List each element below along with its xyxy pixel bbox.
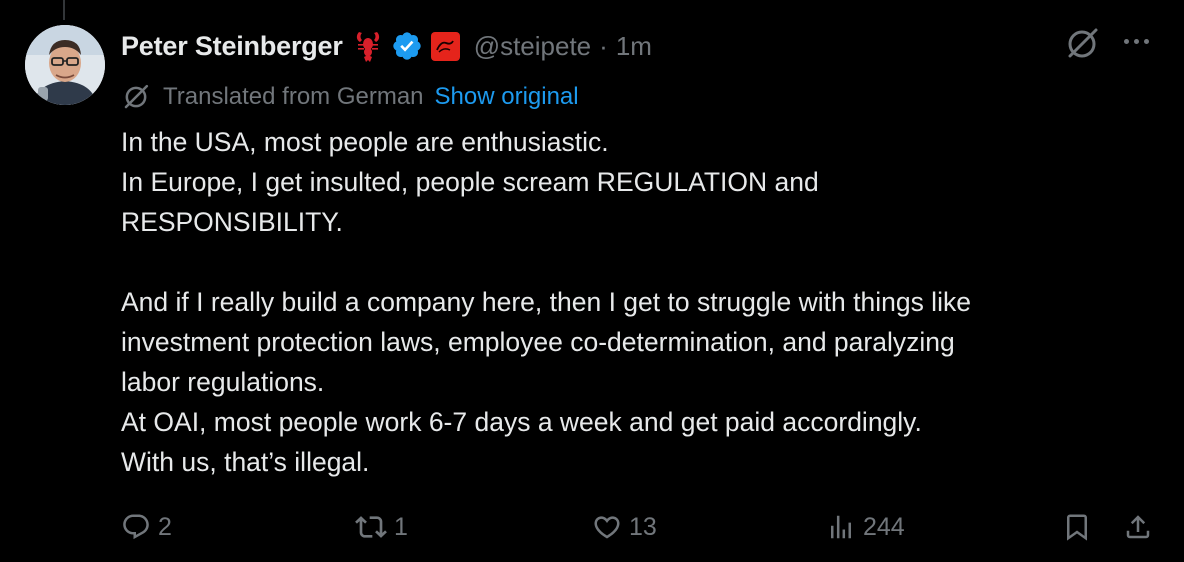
repost-button[interactable]: 1 bbox=[355, 505, 408, 549]
post-text-line: With us, that’s illegal. bbox=[121, 447, 370, 477]
affiliation-badge-icon[interactable] bbox=[430, 31, 460, 61]
repost-count: 1 bbox=[394, 512, 408, 541]
like-button[interactable]: 13 bbox=[592, 505, 657, 549]
reply-count: 2 bbox=[158, 512, 172, 541]
post-timestamp[interactable]: 1m bbox=[616, 31, 652, 62]
post-header: Peter Steinberger @steipete · 1m bbox=[121, 26, 652, 66]
translation-row: Translated from German Show original bbox=[121, 80, 579, 114]
share-button[interactable] bbox=[1123, 505, 1153, 549]
translated-label: Translated from German bbox=[163, 83, 424, 110]
translate-icon bbox=[121, 82, 151, 112]
post-text-line: At OAI, most people work 6-7 days a week… bbox=[121, 407, 922, 437]
lobster-icon bbox=[353, 29, 383, 63]
reply-button[interactable]: 2 bbox=[121, 505, 172, 549]
author-display-name[interactable]: Peter Steinberger bbox=[121, 31, 343, 62]
verified-badge-icon[interactable] bbox=[391, 30, 423, 62]
author-handle[interactable]: @steipete bbox=[474, 31, 591, 62]
grok-icon[interactable] bbox=[1064, 26, 1100, 62]
post-text-line: In the USA, most people are enthusiastic… bbox=[121, 127, 609, 157]
like-count: 13 bbox=[629, 512, 657, 541]
post-text-line: And if I really build a company here, th… bbox=[121, 287, 971, 317]
post-text: In the USA, most people are enthusiastic… bbox=[121, 122, 1171, 482]
share-icon bbox=[1123, 512, 1153, 542]
bookmark-button[interactable] bbox=[1062, 505, 1092, 549]
avatar[interactable] bbox=[25, 25, 105, 105]
repost-icon bbox=[355, 511, 387, 543]
separator-dot: · bbox=[599, 30, 608, 61]
action-bar: 2 1 13 244 bbox=[0, 505, 1184, 549]
show-original-link[interactable]: Show original bbox=[435, 83, 579, 111]
views-button[interactable]: 244 bbox=[826, 505, 905, 549]
post-text-line: RESPONSIBILITY. bbox=[121, 207, 343, 237]
more-options-icon[interactable] bbox=[1124, 39, 1149, 44]
views-count: 244 bbox=[863, 512, 905, 541]
avatar-image bbox=[25, 25, 105, 105]
reply-icon bbox=[121, 512, 151, 542]
thread-line bbox=[63, 0, 65, 20]
bookmark-icon bbox=[1062, 512, 1092, 542]
views-chart-icon bbox=[826, 512, 856, 542]
post-text-line bbox=[121, 242, 1171, 282]
heart-icon bbox=[592, 512, 622, 542]
post-text-line: In Europe, I get insulted, people scream… bbox=[121, 167, 819, 197]
post-text-line: investment protection laws, employee co-… bbox=[121, 327, 955, 357]
post-text-line: labor regulations. bbox=[121, 367, 325, 397]
